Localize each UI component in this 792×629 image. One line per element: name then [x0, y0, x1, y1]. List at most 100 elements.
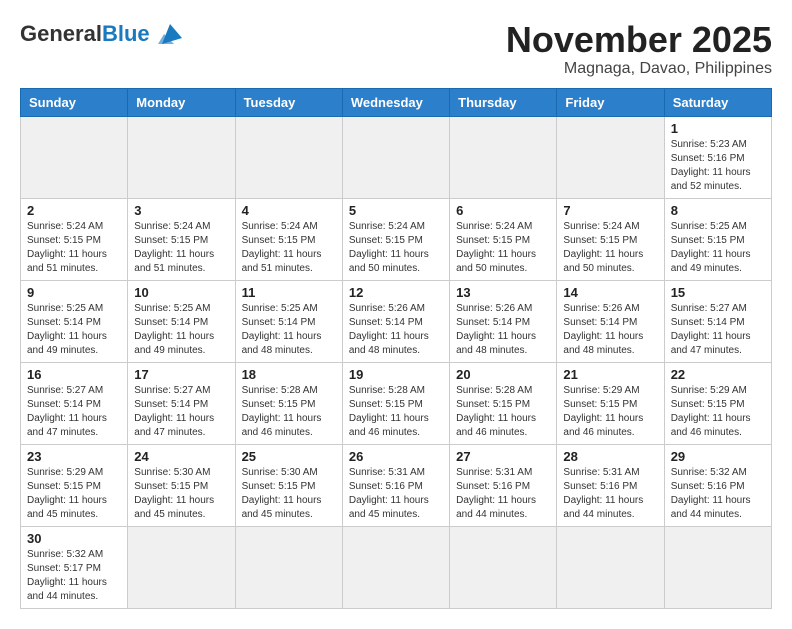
day-number: 30: [27, 531, 121, 546]
day-number: 2: [27, 203, 121, 218]
day-info: Sunrise: 5:28 AMSunset: 5:15 PMDaylight:…: [456, 384, 550, 440]
day-number: 9: [27, 285, 121, 300]
calendar-cell: 5 Sunrise: 5:24 AMSunset: 5:15 PMDaylight…: [342, 198, 449, 280]
logo-icon: [154, 20, 186, 48]
day-info: Sunrise: 5:24 AMSunset: 5:15 PMDaylight:…: [563, 220, 657, 276]
day-header-sunday: Sunday: [21, 88, 128, 116]
day-number: 16: [27, 367, 121, 382]
day-number: 24: [134, 449, 228, 464]
calendar-cell: 9Sunrise: 5:25 AMSunset: 5:14 PMDaylight…: [21, 280, 128, 362]
day-info: Sunrise: 5:24 AMSunset: 5:15 PMDaylight:…: [134, 220, 228, 276]
calendar-cell: 16 Sunrise: 5:27 AMSunset: 5:14 PMDayligh…: [21, 362, 128, 444]
day-header-monday: Monday: [128, 88, 235, 116]
calendar-cell: [557, 526, 664, 608]
calendar-cell: 19Sunrise: 5:28 AMSunset: 5:15 PMDayligh…: [342, 362, 449, 444]
calendar-cell: [342, 526, 449, 608]
calendar-cell: 2 Sunrise: 5:24 AMSunset: 5:15 PMDaylight…: [21, 198, 128, 280]
calendar-cell: 6Sunrise: 5:24 AMSunset: 5:15 PMDaylight…: [450, 198, 557, 280]
day-number: 13: [456, 285, 550, 300]
day-info: Sunrise: 5:31 AMSunset: 5:16 PMDaylight:…: [349, 466, 443, 522]
day-info: Sunrise: 5:25 AMSunset: 5:15 PMDaylight:…: [671, 220, 765, 276]
calendar-week-row: 23 Sunrise: 5:29 AMSunset: 5:15 PMDayligh…: [21, 444, 772, 526]
calendar-week-row: 1 Sunrise: 5:23 AMSunset: 5:16 PMDaylight…: [21, 116, 772, 198]
logo-text: GeneralBlue: [20, 21, 150, 47]
day-number: 17: [134, 367, 228, 382]
day-info: Sunrise: 5:27 AMSunset: 5:14 PMDaylight:…: [671, 302, 765, 358]
calendar-cell: [128, 116, 235, 198]
day-number: 4: [242, 203, 336, 218]
calendar-cell: 20 Sunrise: 5:28 AMSunset: 5:15 PMDayligh…: [450, 362, 557, 444]
calendar-week-row: 9 Sunrise: 5:25 AMSunset: 5:14 PMDaylight…: [21, 280, 772, 362]
calendar-cell: 12 Sunrise: 5:26 AMSunset: 5:14 PMDayligh…: [342, 280, 449, 362]
calendar-week-row: 2 Sunrise: 5:24 AMSunset: 5:15 PMDaylight…: [21, 198, 772, 280]
day-info: Sunrise: 5:24 AMSunset: 5:15 PMDaylight:…: [27, 220, 121, 276]
title-area: November 2025 Magnaga, Davao, Philippine…: [506, 20, 772, 78]
calendar-cell: 8 Sunrise: 5:25 AMSunset: 5:15 PMDaylight…: [664, 198, 771, 280]
day-info: Sunrise: 5:23 AMSunset: 5:16 PMDaylight:…: [671, 138, 765, 194]
day-number: 8: [671, 203, 765, 218]
day-info: Sunrise: 5:29 AMSunset: 5:15 PMDaylight:…: [27, 466, 121, 522]
day-number: 1: [671, 121, 765, 136]
day-number: 22: [671, 367, 765, 382]
day-number: 20: [456, 367, 550, 382]
day-info: Sunrise: 5:29 AMSunset: 5:15 PMDaylight:…: [671, 384, 765, 440]
day-info: Sunrise: 5:28 AMSunset: 5:15 PMDaylight:…: [242, 384, 336, 440]
calendar-cell: 14 Sunrise: 5:26 AMSunset: 5:14 PMDayligh…: [557, 280, 664, 362]
calendar-cell: 27 Sunrise: 5:31 AMSunset: 5:16 PMDayligh…: [450, 444, 557, 526]
calendar-cell: 29 Sunrise: 5:32 AMSunset: 5:16 PMDayligh…: [664, 444, 771, 526]
calendar-cell: [21, 116, 128, 198]
calendar-cell: 21 Sunrise: 5:29 AMSunset: 5:15 PMDayligh…: [557, 362, 664, 444]
day-info: Sunrise: 5:24 AMSunset: 5:15 PMDaylight:…: [242, 220, 336, 276]
day-info: Sunrise: 5:24 AMSunset: 5:15 PMDaylight:…: [456, 220, 550, 276]
day-info: Sunrise: 5:27 AMSunset: 5:14 PMDaylight:…: [134, 384, 228, 440]
calendar-cell: 4 Sunrise: 5:24 AMSunset: 5:15 PMDaylight…: [235, 198, 342, 280]
day-number: 11: [242, 285, 336, 300]
day-header-tuesday: Tuesday: [235, 88, 342, 116]
day-number: 14: [563, 285, 657, 300]
calendar-header-row: SundayMondayTuesdayWednesdayThursdayFrid…: [21, 88, 772, 116]
calendar-cell: [235, 526, 342, 608]
day-info: Sunrise: 5:26 AMSunset: 5:14 PMDaylight:…: [563, 302, 657, 358]
page-header: GeneralBlue November 2025 Magnaga, Davao…: [20, 20, 772, 78]
calendar-cell: 7 Sunrise: 5:24 AMSunset: 5:15 PMDaylight…: [557, 198, 664, 280]
calendar-cell: 18 Sunrise: 5:28 AMSunset: 5:15 PMDayligh…: [235, 362, 342, 444]
logo-blue: Blue: [102, 21, 150, 46]
day-number: 29: [671, 449, 765, 464]
calendar-cell: 28Sunrise: 5:31 AMSunset: 5:16 PMDayligh…: [557, 444, 664, 526]
logo: GeneralBlue: [20, 20, 186, 48]
day-header-saturday: Saturday: [664, 88, 771, 116]
day-number: 15: [671, 285, 765, 300]
day-number: 12: [349, 285, 443, 300]
month-title: November 2025: [506, 20, 772, 60]
calendar-cell: [342, 116, 449, 198]
location: Magnaga, Davao, Philippines: [506, 60, 772, 78]
calendar-cell: [235, 116, 342, 198]
calendar-week-row: 16 Sunrise: 5:27 AMSunset: 5:14 PMDayligh…: [21, 362, 772, 444]
day-number: 18: [242, 367, 336, 382]
calendar-cell: 10Sunrise: 5:25 AMSunset: 5:14 PMDayligh…: [128, 280, 235, 362]
calendar-cell: [557, 116, 664, 198]
calendar-cell: 30Sunrise: 5:32 AMSunset: 5:17 PMDayligh…: [21, 526, 128, 608]
day-number: 21: [563, 367, 657, 382]
calendar-cell: 24Sunrise: 5:30 AMSunset: 5:15 PMDayligh…: [128, 444, 235, 526]
day-number: 3: [134, 203, 228, 218]
day-info: Sunrise: 5:31 AMSunset: 5:16 PMDaylight:…: [563, 466, 657, 522]
day-number: 27: [456, 449, 550, 464]
day-number: 5: [349, 203, 443, 218]
day-number: 7: [563, 203, 657, 218]
day-info: Sunrise: 5:32 AMSunset: 5:16 PMDaylight:…: [671, 466, 765, 522]
day-info: Sunrise: 5:29 AMSunset: 5:15 PMDaylight:…: [563, 384, 657, 440]
day-info: Sunrise: 5:26 AMSunset: 5:14 PMDaylight:…: [349, 302, 443, 358]
calendar-cell: 22 Sunrise: 5:29 AMSunset: 5:15 PMDayligh…: [664, 362, 771, 444]
day-info: Sunrise: 5:27 AMSunset: 5:14 PMDaylight:…: [27, 384, 121, 440]
calendar-cell: 23 Sunrise: 5:29 AMSunset: 5:15 PMDayligh…: [21, 444, 128, 526]
calendar-cell: 26Sunrise: 5:31 AMSunset: 5:16 PMDayligh…: [342, 444, 449, 526]
day-number: 23: [27, 449, 121, 464]
calendar-week-row: 30Sunrise: 5:32 AMSunset: 5:17 PMDayligh…: [21, 526, 772, 608]
calendar-cell: [450, 116, 557, 198]
calendar-cell: 17 Sunrise: 5:27 AMSunset: 5:14 PMDayligh…: [128, 362, 235, 444]
calendar-table: SundayMondayTuesdayWednesdayThursdayFrid…: [20, 88, 772, 609]
day-info: Sunrise: 5:31 AMSunset: 5:16 PMDaylight:…: [456, 466, 550, 522]
day-info: Sunrise: 5:25 AMSunset: 5:14 PMDaylight:…: [134, 302, 228, 358]
day-info: Sunrise: 5:24 AMSunset: 5:15 PMDaylight:…: [349, 220, 443, 276]
